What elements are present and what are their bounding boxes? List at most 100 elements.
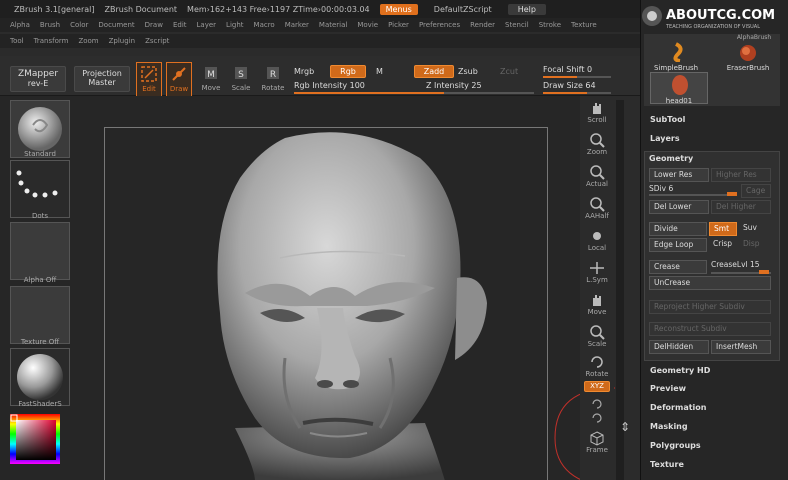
reproject-higher-subdiv-button[interactable]: Reproject Higher Subdiv	[649, 300, 771, 314]
menu-edit[interactable]: Edit	[173, 21, 187, 29]
lower-res-button[interactable]: Lower Res	[649, 168, 709, 182]
sculpt-head-model[interactable]	[105, 128, 549, 480]
eraserbrush-icon	[740, 45, 756, 61]
alpha-thumbnail[interactable]	[10, 222, 70, 280]
color-picker[interactable]	[10, 414, 60, 464]
document-canvas[interactable]	[104, 127, 616, 480]
move-view-button[interactable]: Move	[584, 292, 610, 320]
menu-transform[interactable]: Transform	[34, 37, 69, 45]
del-lower-button[interactable]: Del Lower	[649, 200, 709, 214]
material-thumbnail[interactable]	[10, 348, 70, 406]
local-button[interactable]: Local	[584, 228, 610, 256]
menu-tool[interactable]: Tool	[10, 37, 24, 45]
menu-brush[interactable]: Brush	[40, 21, 60, 29]
scale-mode-button[interactable]: S Scale	[228, 62, 254, 98]
zmapper-button[interactable]: ZMapper rev-E	[10, 66, 66, 92]
menu-render[interactable]: Render	[470, 21, 495, 29]
menu-draw[interactable]: Draw	[145, 21, 163, 29]
menu-picker[interactable]: Picker	[388, 21, 409, 29]
layers-section[interactable]: Layers	[650, 134, 680, 143]
crease-button[interactable]: Crease	[649, 260, 707, 274]
stroke-thumbnail[interactable]	[10, 160, 70, 218]
disp-toggle[interactable]: Disp	[739, 238, 771, 252]
crease-level-slider[interactable]: CreaseLvl 15	[711, 260, 771, 274]
menu-layer[interactable]: Layer	[197, 21, 217, 29]
scale-view-button[interactable]: Scale	[584, 324, 610, 352]
texture-thumbnail[interactable]	[10, 286, 70, 344]
higher-res-button[interactable]: Higher Res	[711, 168, 771, 182]
deformation-section[interactable]: Deformation	[650, 403, 706, 412]
menu-macro[interactable]: Macro	[254, 21, 275, 29]
menu-zoom[interactable]: Zoom	[78, 37, 98, 45]
rotate-axis-z-button[interactable]	[584, 410, 610, 424]
menu-material[interactable]: Material	[319, 21, 347, 29]
sdiv-slider[interactable]: SDiv 6	[649, 184, 737, 196]
menu-document[interactable]: Document	[98, 21, 134, 29]
polygroups-section[interactable]: Polygroups	[650, 441, 701, 450]
cage-button[interactable]: Cage	[741, 184, 771, 198]
canvas-area[interactable]	[72, 96, 616, 480]
menu-preferences[interactable]: Preferences	[419, 21, 460, 29]
divide-button[interactable]: Divide	[649, 222, 707, 236]
smt-toggle[interactable]: Smt	[709, 222, 737, 236]
xyz-toggle[interactable]: XYZ	[584, 381, 610, 392]
menu-marker[interactable]: Marker	[285, 21, 309, 29]
del-higher-button[interactable]: Del Higher	[711, 200, 771, 214]
z-intensity-slider[interactable]: Z Intensity 25	[426, 81, 482, 90]
menus-button[interactable]: Menus	[379, 3, 418, 15]
rgb-intensity-slider[interactable]: Rgb Intensity 100	[294, 81, 365, 90]
zsub-toggle[interactable]: Zsub	[458, 67, 478, 76]
zadd-toggle[interactable]: Zadd	[414, 65, 454, 78]
head01-tool-slot[interactable]: head01	[650, 72, 708, 105]
rotate-axis-y-button[interactable]	[584, 396, 610, 410]
zoom-label: Zoom	[586, 148, 608, 156]
geometry-title[interactable]: Geometry	[649, 154, 693, 163]
main-menu-bar: Alpha Brush Color Document Draw Edit Lay…	[0, 18, 640, 32]
texture-section[interactable]: Texture	[650, 460, 684, 469]
uncrease-button[interactable]: UnCrease	[649, 276, 771, 290]
geometry-hd-section[interactable]: Geometry HD	[650, 366, 710, 375]
focal-shift-slider[interactable]: Focal Shift 0	[543, 65, 592, 74]
menu-color[interactable]: Color	[70, 21, 88, 29]
help-button[interactable]: Help	[507, 3, 546, 15]
edge-loop-button[interactable]: Edge Loop	[649, 238, 707, 252]
aahalf-button[interactable]: AAHalf	[584, 196, 610, 224]
edit-mode-button[interactable]: Edit	[136, 62, 162, 98]
rotate-view-button[interactable]: Rotate	[584, 354, 610, 382]
menu-alpha[interactable]: Alpha	[10, 21, 30, 29]
delhidden-button[interactable]: DelHidden	[649, 340, 709, 354]
zoom-button[interactable]: Zoom	[584, 132, 610, 160]
rotate-mode-button[interactable]: R Rotate	[260, 62, 286, 98]
menu-light[interactable]: Light	[226, 21, 243, 29]
simplebrush-slot[interactable]: SimpleBrush	[654, 42, 698, 72]
draw-mode-button[interactable]: Draw	[166, 62, 192, 98]
rotate-view-label: Rotate	[585, 370, 609, 378]
menu-stroke[interactable]: Stroke	[539, 21, 561, 29]
draw-size-slider[interactable]: Draw Size 64	[543, 81, 596, 90]
move-mode-button[interactable]: M Move	[198, 62, 224, 98]
mrgb-toggle[interactable]: Mrgb	[294, 67, 314, 76]
subtool-section[interactable]: SubTool	[650, 115, 685, 124]
menu-texture[interactable]: Texture	[571, 21, 597, 29]
menu-stencil[interactable]: Stencil	[505, 21, 529, 29]
frame-button[interactable]: Frame	[584, 430, 610, 458]
insertmesh-button[interactable]: InsertMesh	[711, 340, 771, 354]
lsym-button[interactable]: L.Sym	[584, 260, 610, 288]
actual-button[interactable]: Actual	[584, 164, 610, 192]
default-zscript-button[interactable]: DefaultZScript	[428, 4, 498, 15]
zcut-toggle[interactable]: Zcut	[500, 67, 518, 76]
menu-zscript[interactable]: Zscript	[145, 37, 169, 45]
projection-master-button[interactable]: Projection Master	[74, 66, 130, 92]
rgb-toggle[interactable]: Rgb	[330, 65, 366, 78]
alphabrush-label[interactable]: AlphaBrush	[732, 34, 776, 42]
crisp-toggle[interactable]: Crisp	[709, 238, 737, 252]
preview-section[interactable]: Preview	[650, 384, 686, 393]
m-toggle[interactable]: M	[376, 67, 383, 76]
menu-movie[interactable]: Movie	[357, 21, 378, 29]
menu-zplugin[interactable]: Zplugin	[109, 37, 135, 45]
suv-toggle[interactable]: Suv	[739, 222, 771, 236]
masking-section[interactable]: Masking	[650, 422, 688, 431]
scroll-button[interactable]: Scroll	[584, 100, 610, 128]
eraserbrush-slot[interactable]: EraserBrush	[718, 42, 778, 72]
reconstruct-subdiv-button[interactable]: Reconstruct Subdiv	[649, 322, 771, 336]
